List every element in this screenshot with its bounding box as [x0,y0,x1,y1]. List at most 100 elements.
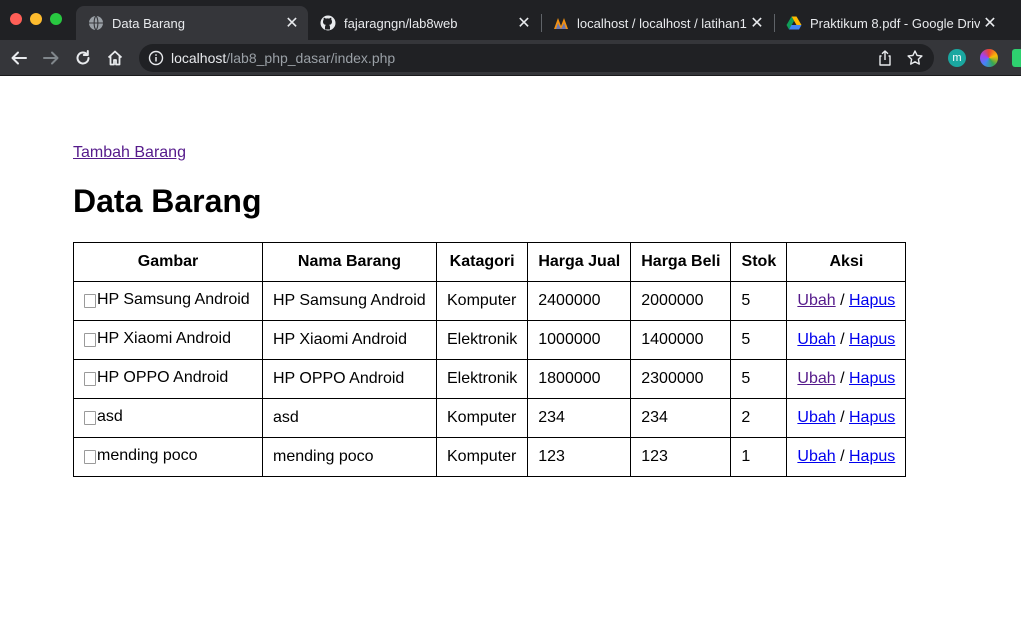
harga-jual-cell: 1800000 [527,359,632,399]
column-header-gambar: Gambar [73,242,263,282]
broken-image-icon [84,332,96,347]
back-arrow-icon[interactable] [7,46,31,70]
tab-close-icon[interactable]: ✕ [514,13,534,33]
nama-barang-cell: mending poco [262,437,437,477]
window-zoom-button[interactable] [50,13,62,25]
nama-barang-cell: HP OPPO Android [262,359,437,399]
table-row: asd asd Komputer 234 234 2 Ubah / Hapus [73,398,907,438]
tab-title: Data Barang [112,15,185,31]
aksi-cell: Ubah / Hapus [786,359,907,399]
extension-color-icon[interactable] [980,49,998,67]
kategori-cell: Komputer [435,398,529,438]
stok-cell: 5 [730,281,788,321]
column-header-aksi: Aksi [786,242,907,282]
kategori-cell: Elektronik [435,359,529,399]
browser-toolbar: localhost/lab8_php_dasar/index.php m [0,40,1021,76]
image-alt-text: HP Samsung Android [97,290,250,308]
extension-n-icon[interactable] [1012,49,1021,67]
image-alt-text: mending poco [97,446,198,464]
action-separator: / [840,448,845,465]
ubah-link[interactable]: Ubah [797,448,835,465]
broken-image-icon [84,449,96,464]
harga-beli-cell: 1400000 [630,320,732,360]
image-alt-text: HP Xiaomi Android [97,329,231,347]
url-text[interactable]: localhost/lab8_php_dasar/index.php [171,50,395,66]
gambar-cell: HP Samsung Android [73,281,263,321]
broken-image-icon [84,293,96,308]
tab-close-icon[interactable]: ✕ [747,13,767,33]
kategori-cell: Komputer [435,437,529,477]
phpmyadmin-icon [553,15,569,31]
ubah-link[interactable]: Ubah [797,292,835,309]
google-drive-icon [786,15,802,31]
ubah-link[interactable]: Ubah [797,409,835,426]
site-info-icon[interactable] [148,50,164,66]
window-minimize-button[interactable] [30,13,42,25]
tab-close-icon[interactable]: ✕ [980,13,1000,33]
url-host: localhost [171,50,227,66]
harga-jual-cell: 234 [527,398,632,438]
stok-cell: 5 [730,320,788,360]
hapus-link[interactable]: Hapus [849,448,895,465]
column-header-harga-beli: Harga Beli [630,242,732,282]
nama-barang-cell: asd [262,398,437,438]
broken-image: mending poco [84,447,198,465]
gambar-cell: mending poco [73,437,263,477]
bookmark-star-icon[interactable] [906,49,924,67]
image-alt-text: HP OPPO Android [97,368,229,386]
forward-arrow-icon[interactable] [39,46,63,70]
gambar-cell: asd [73,398,263,438]
action-separator: / [840,409,845,426]
home-icon[interactable] [103,46,127,70]
gambar-cell: HP OPPO Android [73,359,263,399]
kategori-cell: Komputer [435,281,529,321]
share-icon[interactable] [876,49,894,67]
address-bar[interactable]: localhost/lab8_php_dasar/index.php [139,44,934,72]
browser-tab-phpmyadmin[interactable]: localhost / localhost / latihan1 ✕ [541,6,773,40]
hapus-link[interactable]: Hapus [849,409,895,426]
tambah-barang-link[interactable]: Tambah Barang [73,144,186,162]
action-separator: / [840,331,845,348]
ubah-link[interactable]: Ubah [797,370,835,387]
browser-tab-data-barang[interactable]: Data Barang ✕ [76,6,308,40]
page-title: Data Barang [73,183,262,219]
gambar-cell: HP Xiaomi Android [73,320,263,360]
broken-image: HP Samsung Android [84,291,250,309]
table-row: HP Xiaomi Android HP Xiaomi Android Elek… [73,320,907,360]
nama-barang-cell: HP Samsung Android [262,281,437,321]
harga-jual-cell: 1000000 [527,320,632,360]
window-close-button[interactable] [10,13,22,25]
harga-beli-cell: 123 [630,437,732,477]
table-row: mending poco mending poco Komputer 123 1… [73,437,907,477]
barang-table: Gambar Nama Barang Katagori Harga Jual H… [73,242,907,477]
browser-tab-github[interactable]: fajaragngn/lab8web ✕ [308,6,540,40]
extension-m-icon[interactable]: m [948,49,966,67]
harga-beli-cell: 2000000 [630,281,732,321]
broken-image-icon [84,371,96,386]
table-row: HP OPPO Android HP OPPO Android Elektron… [73,359,907,399]
hapus-link[interactable]: Hapus [849,331,895,348]
aksi-cell: Ubah / Hapus [786,437,907,477]
ubah-link[interactable]: Ubah [797,331,835,348]
tab-close-icon[interactable]: ✕ [282,13,302,33]
hapus-link[interactable]: Hapus [849,370,895,387]
table-header-row: Gambar Nama Barang Katagori Harga Jual H… [73,242,907,282]
aksi-cell: Ubah / Hapus [786,398,907,438]
hapus-link[interactable]: Hapus [849,292,895,309]
action-separator: / [840,370,845,387]
image-alt-text: asd [97,407,123,425]
column-header-katagori: Katagori [435,242,529,282]
broken-image: HP Xiaomi Android [84,330,231,348]
github-icon [320,15,336,31]
broken-image: asd [84,408,123,426]
tab-title: fajaragngn/lab8web [344,15,458,31]
globe-icon [88,15,104,31]
browser-tab-google-drive[interactable]: Praktikum 8.pdf - Google Drive ✕ [774,6,1006,40]
tab-title: localhost / localhost / latihan1 [577,15,747,31]
harga-jual-cell: 123 [527,437,632,477]
aksi-cell: Ubah / Hapus [786,320,907,360]
aksi-cell: Ubah / Hapus [786,281,907,321]
stok-cell: 1 [730,437,788,477]
reload-icon[interactable] [71,46,95,70]
tab-title: Praktikum 8.pdf - Google Drive [810,15,980,31]
